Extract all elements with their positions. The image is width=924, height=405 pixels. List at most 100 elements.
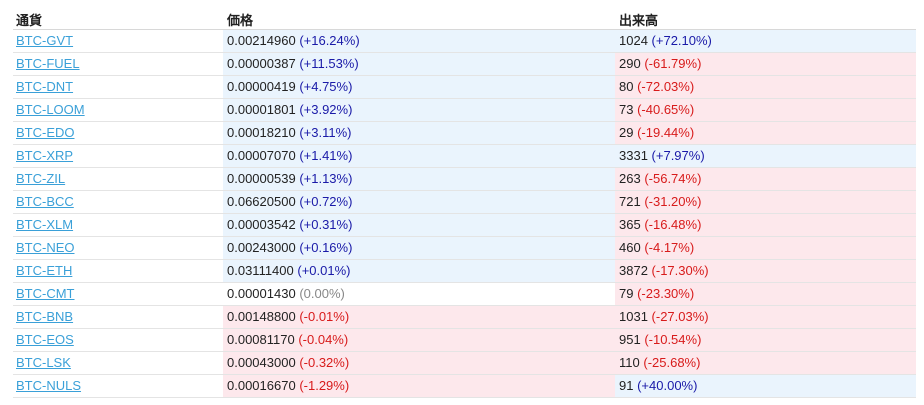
volume-value: 263	[619, 171, 641, 186]
price-value: 0.03111400	[227, 263, 294, 278]
volume-cell: 1031 (-27.03%)	[615, 306, 916, 328]
currency-cell: BTC-EOS	[13, 329, 223, 351]
volume-cell: 263 (-56.74%)	[615, 168, 916, 190]
volume-cell: 3331 (+7.97%)	[615, 145, 916, 167]
price-cell: 0.00000387 (+11.53%)	[223, 53, 615, 75]
table-row: BTC-EDO 0.00018210 (+3.11%) 29 (-19.44%)	[13, 122, 916, 145]
price-cell: 0.00043000 (-0.32%)	[223, 352, 615, 374]
currency-pair-link[interactable]: BTC-DNT	[16, 79, 73, 94]
volume-value: 290	[619, 56, 641, 71]
price-value: 0.00214960	[227, 33, 296, 48]
table-row: BTC-CMT 0.00001430 (0.00%) 79 (-23.30%)	[13, 283, 916, 306]
currency-pair-link[interactable]: BTC-XLM	[16, 217, 73, 232]
table-row: BTC-LOOM 0.00001801 (+3.92%) 73 (-40.65%)	[13, 99, 916, 122]
volume-change: (+40.00%)	[637, 378, 698, 393]
volume-change: (-25.68%)	[643, 355, 701, 370]
volume-value: 1031	[619, 309, 648, 324]
currency-pair-link[interactable]: BTC-GVT	[16, 33, 73, 48]
header-currency: 通貨	[16, 13, 43, 28]
currency-pair-link[interactable]: BTC-ETH	[16, 263, 72, 278]
currency-pair-link[interactable]: BTC-LOOM	[16, 102, 85, 117]
currency-cell: BTC-XRP	[13, 145, 223, 167]
price-cell: 0.00148800 (-0.01%)	[223, 306, 615, 328]
currency-cell: BTC-CMT	[13, 283, 223, 305]
currency-cell: BTC-DNT	[13, 76, 223, 98]
price-value: 0.00007070	[227, 148, 296, 163]
table-row: BTC-GVT 0.00214960 (+16.24%) 1024 (+72.10%…	[13, 30, 916, 53]
table-row: BTC-EOS 0.00081170 (-0.04%) 951 (-10.54%)	[13, 329, 916, 352]
price-cell: 0.00018210 (+3.11%)	[223, 122, 615, 144]
price-cell: 0.00016670 (-1.29%)	[223, 375, 615, 397]
volume-cell: 951 (-10.54%)	[615, 329, 916, 351]
currency-pair-link[interactable]: BTC-NEO	[16, 240, 75, 255]
volume-cell: 80 (-72.03%)	[615, 76, 916, 98]
currency-pair-link[interactable]: BTC-ZIL	[16, 171, 65, 186]
price-value: 0.00000539	[227, 171, 296, 186]
price-change: (+0.16%)	[299, 240, 353, 255]
price-value: 0.06620500	[227, 194, 296, 209]
volume-value: 460	[619, 240, 641, 255]
volume-cell: 29 (-19.44%)	[615, 122, 916, 144]
price-change: (-0.01%)	[299, 309, 350, 324]
header-volume: 出来高	[619, 13, 659, 28]
price-change: (+0.72%)	[299, 194, 353, 209]
price-cell: 0.00001430 (0.00%)	[223, 283, 615, 305]
currency-pair-link[interactable]: BTC-EDO	[16, 125, 75, 140]
currency-pair-link[interactable]: BTC-BCC	[16, 194, 74, 209]
header-price: 価格	[227, 13, 254, 28]
price-change: (0.00%)	[299, 286, 345, 301]
table-row: BTC-ETH 0.03111400 (+0.01%) 3872 (-17.30%)	[13, 260, 916, 283]
volume-change: (-16.48%)	[644, 217, 702, 232]
table-row: BTC-ZIL 0.00000539 (+1.13%) 263 (-56.74%)	[13, 168, 916, 191]
currency-cell: BTC-ETH	[13, 260, 223, 282]
volume-value: 79	[619, 286, 634, 301]
currency-cell: BTC-FUEL	[13, 53, 223, 75]
currency-cell: BTC-NULS	[13, 375, 223, 397]
volume-change: (+72.10%)	[651, 33, 712, 48]
price-value: 0.00000419	[227, 79, 296, 94]
volume-value: 3331	[619, 148, 648, 163]
volume-cell: 73 (-40.65%)	[615, 99, 916, 121]
currency-cell: BTC-LOOM	[13, 99, 223, 121]
price-value: 0.00148800	[227, 309, 296, 324]
price-value: 0.00016670	[227, 378, 296, 393]
market-table: 通貨 価格 出来高 BTC-GVT 0.00214960 (+16.24%) 102…	[13, 6, 916, 398]
volume-value: 951	[619, 332, 641, 347]
volume-cell: 1024 (+72.10%)	[615, 30, 916, 52]
currency-cell: BTC-NEO	[13, 237, 223, 259]
currency-cell: BTC-XLM	[13, 214, 223, 236]
volume-cell: 365 (-16.48%)	[615, 214, 916, 236]
currency-pair-link[interactable]: BTC-NULS	[16, 378, 81, 393]
price-cell: 0.00081170 (-0.04%)	[223, 329, 615, 351]
volume-cell: 91 (+40.00%)	[615, 375, 916, 397]
table-header: 通貨 価格 出来高	[13, 6, 916, 30]
currency-pair-link[interactable]: BTC-XRP	[16, 148, 73, 163]
currency-pair-link[interactable]: BTC-LSK	[16, 355, 71, 370]
table-row: BTC-FUEL 0.00000387 (+11.53%) 290 (-61.79%…	[13, 53, 916, 76]
currency-pair-link[interactable]: BTC-BNB	[16, 309, 73, 324]
volume-value: 3872	[619, 263, 648, 278]
currency-cell: BTC-EDO	[13, 122, 223, 144]
price-cell: 0.00000419 (+4.75%)	[223, 76, 615, 98]
volume-change: (-31.20%)	[644, 194, 702, 209]
volume-change: (-72.03%)	[637, 79, 695, 94]
price-change: (+1.41%)	[299, 148, 353, 163]
price-cell: 0.00000539 (+1.13%)	[223, 168, 615, 190]
price-change: (+3.11%)	[299, 125, 352, 140]
volume-change: (-40.65%)	[637, 102, 695, 117]
currency-pair-link[interactable]: BTC-CMT	[16, 286, 75, 301]
table-row: BTC-NULS 0.00016670 (-1.29%) 91 (+40.00%)	[13, 375, 916, 398]
price-value: 0.00243000	[227, 240, 296, 255]
price-change: (+3.92%)	[299, 102, 353, 117]
price-change: (+16.24%)	[299, 33, 360, 48]
price-value: 0.00043000	[227, 355, 296, 370]
currency-pair-link[interactable]: BTC-EOS	[16, 332, 74, 347]
currency-pair-link[interactable]: BTC-FUEL	[16, 56, 80, 71]
price-value: 0.00001430	[227, 286, 296, 301]
table-row: BTC-DNT 0.00000419 (+4.75%) 80 (-72.03%)	[13, 76, 916, 99]
price-change: (+11.53%)	[299, 56, 359, 71]
volume-cell: 79 (-23.30%)	[615, 283, 916, 305]
price-value: 0.00003542	[227, 217, 296, 232]
volume-change: (-10.54%)	[644, 332, 702, 347]
price-value: 0.00000387	[227, 56, 296, 71]
